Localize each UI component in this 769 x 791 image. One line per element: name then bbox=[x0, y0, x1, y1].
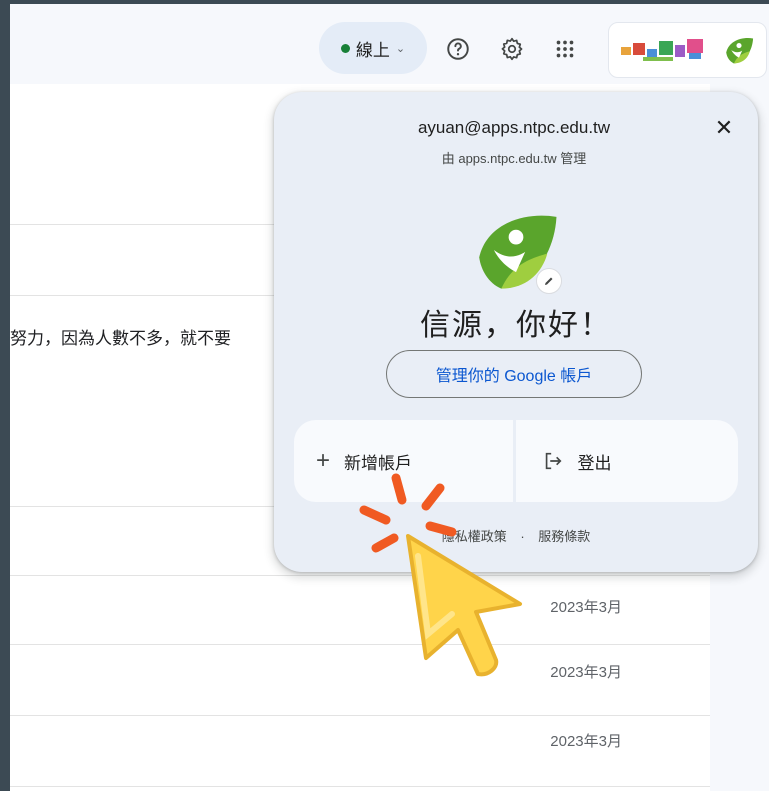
status-chip[interactable]: 線上 ⌄ bbox=[319, 22, 427, 74]
apps-grid-icon[interactable] bbox=[552, 36, 578, 62]
add-account-label: 新增帳戶 bbox=[344, 453, 413, 473]
chevron-down-icon: ⌄ bbox=[395, 42, 406, 55]
organization-logo bbox=[621, 39, 703, 61]
greeting: 信源，你好！ bbox=[420, 309, 612, 342]
account-actions: + 新增帳戶 登出 bbox=[294, 420, 738, 502]
online-status-dot bbox=[340, 43, 350, 53]
account-email: ayuan@apps.ntpc.edu.tw bbox=[417, 118, 611, 137]
account-popup: ayuan@apps.ntpc.edu.tw 由 apps.ntpc.edu.t… bbox=[274, 92, 758, 572]
mail-date: 2023年3月 bbox=[550, 599, 622, 616]
terms-of-service-link[interactable]: 服務條款 bbox=[538, 529, 590, 544]
mail-date: 2023年3月 bbox=[550, 733, 622, 750]
help-icon[interactable] bbox=[445, 36, 471, 62]
sign-out-icon bbox=[545, 452, 562, 470]
sign-out-label: 登出 bbox=[577, 453, 612, 473]
close-icon[interactable]: ✕ bbox=[708, 112, 740, 144]
settings-gear-icon[interactable] bbox=[499, 36, 525, 62]
link-separator: · bbox=[520, 529, 525, 544]
list-item[interactable]: 2023年3月 bbox=[10, 645, 710, 716]
mail-snippet: 努力，因為人數不多，就不要 bbox=[10, 329, 231, 348]
managed-by-label: 由 apps.ntpc.edu.tw 管理 bbox=[441, 151, 587, 166]
window-frame-left bbox=[0, 0, 10, 791]
add-account-button[interactable]: + 新增帳戶 bbox=[294, 420, 513, 502]
mail-date: 2023年3月 bbox=[550, 664, 622, 681]
top-header: 線上 ⌄ bbox=[10, 4, 769, 84]
manage-account-button[interactable]: 管理你的 Google 帳戶 bbox=[386, 350, 642, 398]
plus-icon: + bbox=[316, 447, 331, 474]
user-avatar[interactable] bbox=[723, 34, 755, 66]
list-item[interactable]: 2023年3月 bbox=[10, 716, 710, 787]
footer-links: 隱私權政策 · 服務條款 bbox=[274, 526, 758, 545]
edit-pencil-icon[interactable] bbox=[536, 268, 562, 294]
sign-out-button[interactable]: 登出 bbox=[515, 420, 738, 502]
status-label: 線上 bbox=[355, 40, 390, 60]
privacy-policy-link[interactable]: 隱私權政策 bbox=[442, 529, 507, 544]
list-item[interactable]: 2023年3月 bbox=[10, 576, 710, 645]
account-switcher[interactable] bbox=[608, 22, 767, 78]
